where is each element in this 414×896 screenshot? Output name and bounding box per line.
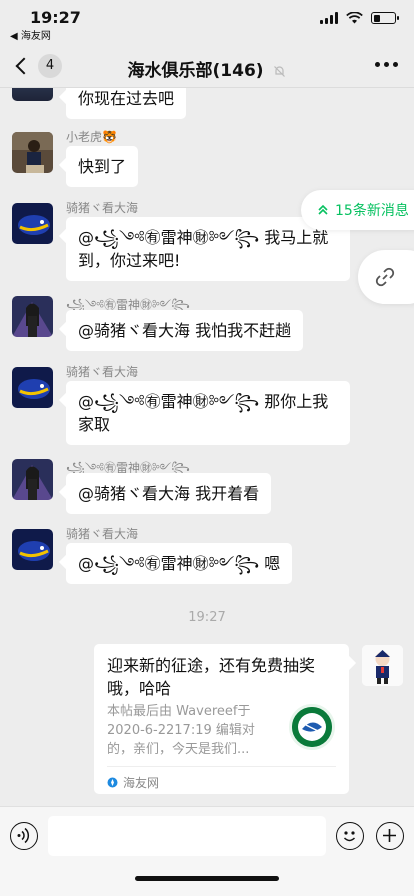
avatar[interactable]: [12, 203, 53, 244]
dot-icon: [375, 62, 380, 67]
dot-icon: [384, 62, 389, 67]
card-thumbnail: [289, 704, 335, 750]
message-bubble[interactable]: 你现在过去吧: [66, 88, 187, 119]
status-back-app[interactable]: ◀ 海友网: [10, 27, 51, 42]
emoji-button[interactable]: [336, 822, 364, 850]
chat-area[interactable]: 你现在过去吧 小老虎🐯 快到了 骑猪ヾ看大海 @꧁༺㊒雷神㊖༻꧂ 我马上就到，你…: [0, 88, 414, 806]
message-bubble[interactable]: @骑猪ヾ看大海 我开着看: [66, 473, 272, 514]
avatar[interactable]: [12, 296, 53, 337]
chat-title: 海水俱乐部(146): [127, 61, 264, 81]
battery-level: [373, 14, 380, 22]
new-messages-button[interactable]: 15条新消息: [301, 190, 414, 230]
voice-button[interactable]: [10, 822, 38, 850]
home-indicator[interactable]: [135, 876, 279, 881]
card-title: 迎来新的征途，还有免费抽奖哦，哈哈: [107, 656, 316, 698]
chat-header: 4 海水俱乐部(146): [0, 44, 414, 88]
dot-icon: [393, 62, 398, 67]
message-bubble[interactable]: @꧁༺㊒雷神㊖༻꧂ 我马上就到，你过来吧!: [66, 217, 350, 281]
card-description: 本帖最后由 Wavereef于 2020-6-2217:19 编辑对的，亲们，今…: [107, 704, 255, 757]
sender-name: 小老虎🐯: [66, 130, 117, 144]
shared-link-card[interactable]: 迎来新的征途，还有免费抽奖哦，哈哈 本帖最后由 Wavereef于 2020-6…: [94, 644, 349, 794]
avatar[interactable]: [12, 529, 53, 570]
sender-name: 骑猪ヾ看大海: [66, 201, 139, 215]
message-bubble[interactable]: @꧁༺㊒雷神㊖༻꧂ 那你上我家取: [66, 381, 350, 445]
status-icons: [320, 12, 399, 24]
sender-name: 骑猪ヾ看大海: [66, 527, 139, 541]
new-messages-label: 15条新消息: [335, 203, 409, 219]
sender-name: 骑猪ヾ看大海: [66, 365, 139, 379]
link-button[interactable]: [358, 250, 414, 304]
compass-icon: [107, 777, 118, 788]
divider: [107, 766, 336, 767]
mute-bell-icon: [274, 65, 286, 77]
link-icon: [375, 267, 395, 287]
status-time: 19:27: [30, 8, 81, 27]
message-bubble[interactable]: @꧁༺㊒雷神㊖༻꧂ 嗯: [66, 543, 293, 584]
input-bar: [0, 806, 414, 896]
more-button[interactable]: [375, 62, 398, 67]
double-chevron-up-icon: [318, 204, 328, 215]
message-bubble[interactable]: 快到了: [66, 146, 139, 187]
more-actions-button[interactable]: [376, 822, 404, 850]
chat-title-wrap: 海水俱乐部(146): [0, 56, 414, 81]
my-avatar[interactable]: [362, 645, 403, 686]
avatar[interactable]: [12, 367, 53, 408]
status-bar: 19:27 ◀ 海友网: [0, 0, 414, 44]
wifi-icon: [346, 12, 363, 24]
card-source-name: 海友网: [123, 776, 160, 790]
card-source: 海友网: [107, 774, 159, 791]
avatar[interactable]: [12, 88, 53, 101]
avatar[interactable]: [12, 459, 53, 500]
battery-icon: [371, 12, 399, 24]
message-bubble[interactable]: @骑猪ヾ看大海 我怕我不赶趟: [66, 310, 304, 351]
message-input[interactable]: [48, 816, 326, 856]
avatar[interactable]: [12, 132, 53, 173]
emoji-icon: [343, 831, 356, 842]
signal-icon: [320, 12, 338, 24]
plus-icon: [383, 829, 396, 842]
time-divider: 19:27: [188, 610, 226, 625]
voice-icon: [17, 827, 30, 844]
